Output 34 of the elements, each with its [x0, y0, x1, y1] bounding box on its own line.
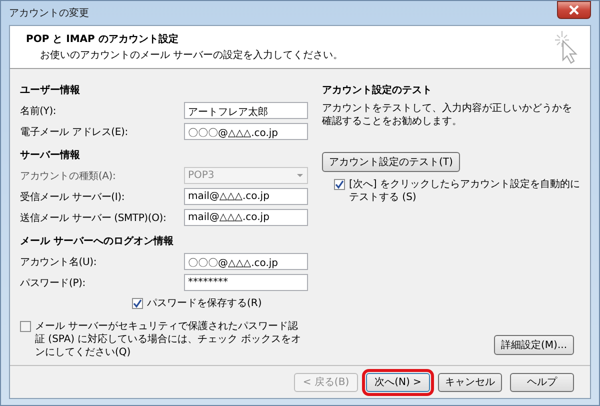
window-title: アカウントの変更 — [9, 6, 89, 20]
dropdown-arrow-icon — [297, 174, 303, 177]
input-field[interactable]: 〇〇〇@△△△.co.jp — [184, 123, 308, 140]
header-title: POP と IMAP のアカウント設定 — [26, 32, 180, 46]
section-heading: サーバー情報 — [20, 148, 81, 162]
section-heading: メール サーバーへのログオン情報 — [20, 234, 174, 248]
dialog-button[interactable]: ヘルプ — [510, 372, 574, 392]
checkbox[interactable] — [132, 298, 143, 309]
close-button[interactable] — [557, 1, 591, 19]
checkbox[interactable] — [20, 321, 31, 332]
section-heading: ユーザー情報 — [20, 84, 81, 97]
advanced-settings-button[interactable]: 詳細設定(M)... — [494, 335, 574, 355]
field-label: アカウント名(U): — [20, 256, 98, 268]
section-heading: アカウント設定のテスト — [322, 83, 432, 97]
field-label: アカウントの種類(A): — [20, 170, 117, 182]
field-label: パスワード(P): — [20, 276, 86, 290]
field-label: 名前(Y): — [20, 104, 58, 118]
test-account-button[interactable]: アカウント設定のテスト(T) — [322, 152, 460, 172]
spa-checkbox-label: メール サーバーがセキュリティで保護されたパスワード認証 (SPA) に対応している場合には、チェック ボックスをオンにしてください(Q) — [35, 320, 302, 359]
input-field[interactable]: mail@△△△.co.jp — [184, 188, 308, 205]
save-password-label: パスワードを保存する(R) — [147, 297, 262, 310]
field-label: 電子メール アドレス(E): — [20, 126, 129, 138]
dialog-button[interactable]: キャンセル — [438, 372, 502, 392]
field-label: 送信メール サーバー (SMTP)(O): — [20, 212, 166, 224]
checkbox[interactable] — [334, 179, 345, 190]
test-description: アカウントをテストして、入力内容が正しいかどうかを確認することをお勧めします。 — [322, 102, 573, 128]
field-label: 受信メール サーバー(I): — [20, 190, 126, 204]
close-icon — [568, 5, 580, 15]
header-subtitle: お使いのアカウントのメール サーバーの設定を入力してください。 — [39, 48, 344, 62]
input-field[interactable]: アートフレア太郎 — [184, 102, 308, 119]
input-field[interactable]: ******** — [184, 274, 308, 291]
auto-test-label: [次へ] をクリックしたらアカウント設定を自動的にテストする (S) — [349, 178, 580, 204]
input-field[interactable]: mail@△△△.co.jp — [184, 209, 308, 226]
input-field[interactable]: 〇〇〇@△△△.co.jp — [184, 253, 308, 270]
